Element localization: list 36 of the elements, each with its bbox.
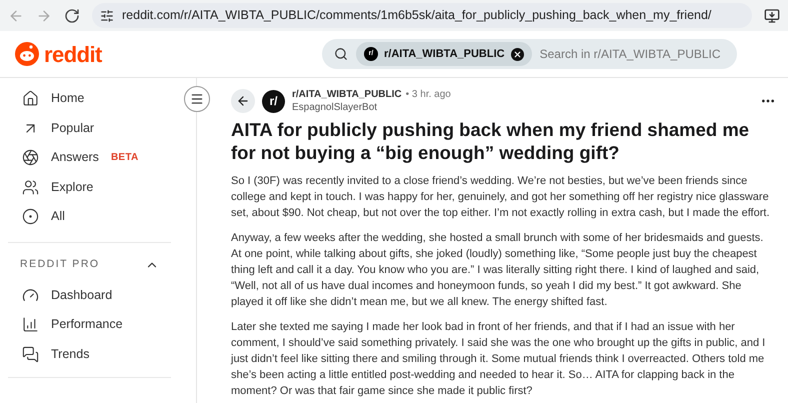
post-paragraph: So I (30F) was recently invited to a close friend’s wedding. We’re not besties, but we’ve been friends since college and kept in touch. I was happy for her, genuinely, and got her something off her registry nice glassware set, about $90. Not cheap, but not over the top either. I’m not exactly rolling in extra cash, but I made the effort. <box>231 174 771 221</box>
sidebar-item[interactable]: Explore <box>0 172 179 202</box>
post-paragraph: Anyway, a few weeks after the wedding, she hosted a small brunch with some of her bridesmaids and guests. At one point, while talking about gifts, she joked (loudly) something like, “Some people just buy the cheapest thing left and call it a day. You know who you are.” I was literally sitting right there. I kind of laughed and said, “Well, not all of us have dual incomes and honeymoon funds, so yeah I did my best.” It got awkward. She played it off like she didn’t mean me, but we all knew. The energy shifted fast. <box>231 231 764 310</box>
gauge-icon <box>22 286 39 304</box>
post-time: • 3 hr. ago <box>406 88 451 101</box>
install-icon[interactable] <box>764 8 780 24</box>
sidebar-item[interactable]: Trends <box>0 340 179 369</box>
site-settings-icon[interactable] <box>100 8 114 22</box>
beta-label: BETA <box>110 151 138 166</box>
back-button[interactable] <box>231 89 255 113</box>
author-link[interactable]: EspagnolSlayerBot <box>292 101 753 114</box>
back-arrow-icon <box>236 94 250 108</box>
bar-chart-icon <box>22 316 39 334</box>
house-icon <box>22 90 39 108</box>
sidebar-item[interactable]: All <box>0 202 179 232</box>
sidebar-item[interactable]: Home <box>0 84 179 114</box>
section-header[interactable]: REDDIT PRO <box>0 252 179 276</box>
chat-bubbles-icon <box>22 346 39 363</box>
subreddit-avatar: r/ <box>262 90 285 112</box>
sidebar-item[interactable]: Performance <box>0 310 179 340</box>
reddit-alien-icon <box>14 41 40 67</box>
people-icon <box>22 178 39 196</box>
clear-chip-button[interactable] <box>510 48 524 60</box>
address-bar[interactable]: reddit.com/r/AITA_WIBTA_PUBLIC/comments/1m6b5sk/aita_for_publicly_pushing_back_when_my_friend/ <box>92 3 752 28</box>
post-title: AITA for publicly pushing back when my friend shamed me for not buying a “big enough” wedding gift? <box>231 118 750 164</box>
reload-icon[interactable] <box>64 8 80 24</box>
search-input[interactable]: Search in r/AITA_WIBTA_PUBLIC <box>540 45 737 63</box>
sidebar-item[interactable]: Dashboard <box>0 280 179 310</box>
menu-icon <box>190 92 204 106</box>
menu-toggle-button[interactable] <box>184 86 210 112</box>
sidebar-item[interactable]: Popular <box>0 114 179 143</box>
subreddit-link[interactable]: r/AITA_WIBTA_PUBLIC <box>292 88 402 101</box>
close-icon <box>512 50 522 58</box>
sidebar-item[interactable]: Answers BETA <box>0 143 179 172</box>
post-paragraph: Later she texted me saying I made her look bad in front of her friends, and that if I had an issue with her comment, I should’ve said something privately. I said she was the one who brought up the gifts in public, and I just didn’t feel like sitting there and smiling through it. Some mutual friends think I overreacted. Others told me she’s been acting a little entitled post-wedding and needed to hear it. So… AITA for clapping back in the moment? Or was that fair game since she made it public first? <box>231 320 766 399</box>
search-icon <box>334 47 348 61</box>
